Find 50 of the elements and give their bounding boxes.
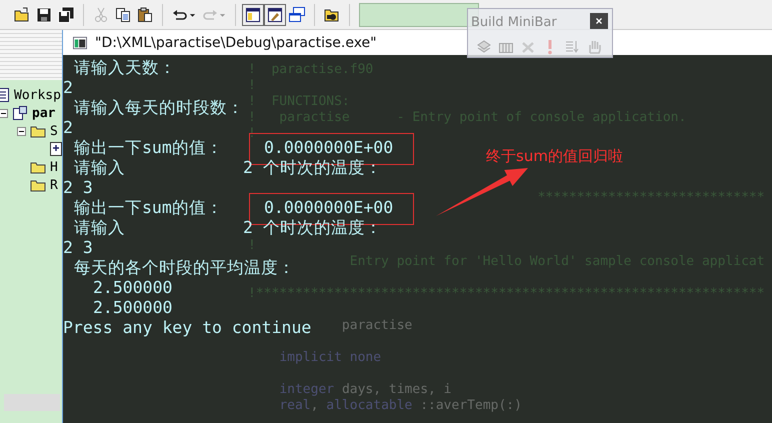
- code-text: ::averTemp(:): [420, 398, 522, 413]
- tree-item[interactable]: par: [32, 106, 56, 120]
- code-keyword: integer: [279, 382, 334, 397]
- find-icon[interactable]: [324, 6, 340, 22]
- tree-item[interactable]: H: [50, 160, 58, 174]
- folder-icon[interactable]: [14, 6, 30, 22]
- console-number: 2.500000: [93, 278, 172, 298]
- console-text: 2 3: [63, 178, 93, 198]
- project-icon: [12, 105, 28, 121]
- panel-header: [0, 30, 62, 80]
- code-keyword: allocatable: [326, 398, 412, 413]
- console-text: Press any key to continue: [63, 318, 312, 338]
- tree-item[interactable]: R: [50, 178, 58, 192]
- code-comment: *****************************: [538, 190, 765, 205]
- code-text: paractise: [342, 318, 412, 333]
- annotation-text: 终于sum的值回归啦: [486, 147, 623, 166]
- console-text: 请输入: [74, 158, 126, 178]
- console-icon: [73, 36, 87, 50]
- code-keyword: implicit none: [279, 350, 382, 365]
- code-comment: !: [248, 238, 256, 253]
- window-icon[interactable]: [245, 6, 261, 22]
- console-text: 请输入: [74, 218, 126, 238]
- copy-icon[interactable]: [115, 6, 131, 22]
- file-icon: [48, 141, 64, 157]
- code-text: ,: [310, 398, 320, 413]
- tree-item[interactable]: S: [50, 124, 58, 138]
- console-text: 每天的各个时段的平均温度：: [74, 258, 295, 278]
- console-text: 输出一下sum的值：: [74, 138, 224, 158]
- console-text: 请输入每天的时段数：: [74, 98, 244, 118]
- window-title: Build MiniBar: [471, 15, 557, 30]
- expand-toggle[interactable]: [17, 126, 26, 136]
- close-icon: [595, 17, 603, 25]
- floppy-disks-icon[interactable]: [58, 6, 74, 22]
- code-text: days, times, i: [342, 382, 452, 397]
- close-button[interactable]: [590, 13, 608, 29]
- windows-icon[interactable]: [289, 6, 305, 22]
- console-text: 2: [63, 78, 73, 98]
- console-text: 输出一下sum的值：: [74, 198, 224, 218]
- console-text: 2: [63, 118, 73, 138]
- console-text: 请输入天数：: [74, 58, 176, 78]
- code-comment: !: [248, 78, 256, 93]
- window-title: "D:\XML\paractise\Debug\paractise.exe": [95, 34, 377, 50]
- expand-toggle[interactable]: [0, 108, 8, 118]
- window-icon[interactable]: [267, 6, 283, 22]
- tree-item[interactable]: Worksp: [14, 88, 61, 102]
- console-text: 2 3: [63, 238, 93, 258]
- code-keyword: real: [279, 398, 311, 413]
- clipboard-icon[interactable]: [137, 6, 153, 22]
- console-number: 2.500000: [93, 298, 172, 318]
- code-comment: !*****************************************************************: [248, 286, 765, 301]
